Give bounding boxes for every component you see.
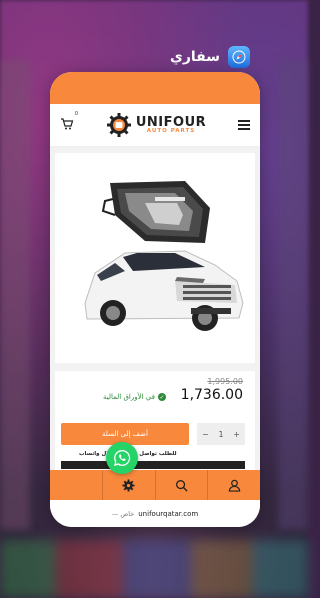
background-app-card-left xyxy=(0,60,30,530)
cart-icon xyxy=(61,117,74,129)
nav-item-blank[interactable] xyxy=(50,470,103,500)
safari-app-card[interactable]: 0 UNIFOUR AUTO PARTS 1,995.00 1,736.00 ف… xyxy=(50,72,260,527)
quantity-stepper[interactable]: − 1 + xyxy=(197,423,245,445)
background-app-card-right xyxy=(278,60,308,530)
nav-item-account[interactable] xyxy=(208,470,260,500)
nav-item-search[interactable] xyxy=(156,470,209,500)
whatsapp-button[interactable] xyxy=(106,442,138,474)
private-label: — خاص xyxy=(111,509,135,518)
headlight-image xyxy=(84,181,244,331)
cart-count: 0 xyxy=(74,110,78,117)
current-price: 1,736.00 xyxy=(180,387,243,403)
site-logo[interactable]: UNIFOUR AUTO PARTS xyxy=(106,112,206,138)
check-icon: ✓ xyxy=(157,393,166,401)
price-box: 1,995.00 1,736.00 في الأوراق المالية ✓ أ… xyxy=(55,371,255,481)
cart-button[interactable]: 0 xyxy=(60,111,78,135)
stock-status: في الأوراق المالية ✓ xyxy=(103,393,166,401)
nav-item-settings[interactable] xyxy=(103,470,156,500)
search-icon xyxy=(175,479,188,492)
stock-label: في الأوراق المالية xyxy=(103,393,155,401)
whatsapp-order-button[interactable] xyxy=(61,461,245,469)
user-icon xyxy=(228,479,240,492)
safari-icon xyxy=(228,46,250,68)
menu-icon[interactable] xyxy=(238,118,250,132)
gear-logo-icon xyxy=(106,113,131,137)
logo-title: UNIFOUR xyxy=(135,114,207,130)
app-name: سفاري xyxy=(170,49,220,65)
address-bar[interactable]: — خاص unifourqatar.com xyxy=(50,500,260,527)
url-text: unifourqatar.com xyxy=(138,509,199,518)
logo-subtitle: AUTO PARTS xyxy=(146,127,196,134)
whatsapp-icon xyxy=(114,449,131,466)
product-content: 1,995.00 1,736.00 في الأوراق المالية ✓ أ… xyxy=(50,147,260,481)
status-area xyxy=(50,72,260,104)
qty-plus-button[interactable]: + xyxy=(233,430,240,439)
site-header: 0 UNIFOUR AUTO PARTS xyxy=(50,104,260,147)
old-price: 1,995.00 xyxy=(207,377,243,386)
bottom-nav xyxy=(50,470,260,500)
app-switcher-label: سفاري xyxy=(170,46,250,68)
qty-value: 1 xyxy=(218,429,224,439)
product-image[interactable] xyxy=(55,153,255,363)
dock-blur xyxy=(0,540,308,598)
qty-minus-button[interactable]: − xyxy=(202,430,209,439)
gear-icon xyxy=(122,478,135,492)
